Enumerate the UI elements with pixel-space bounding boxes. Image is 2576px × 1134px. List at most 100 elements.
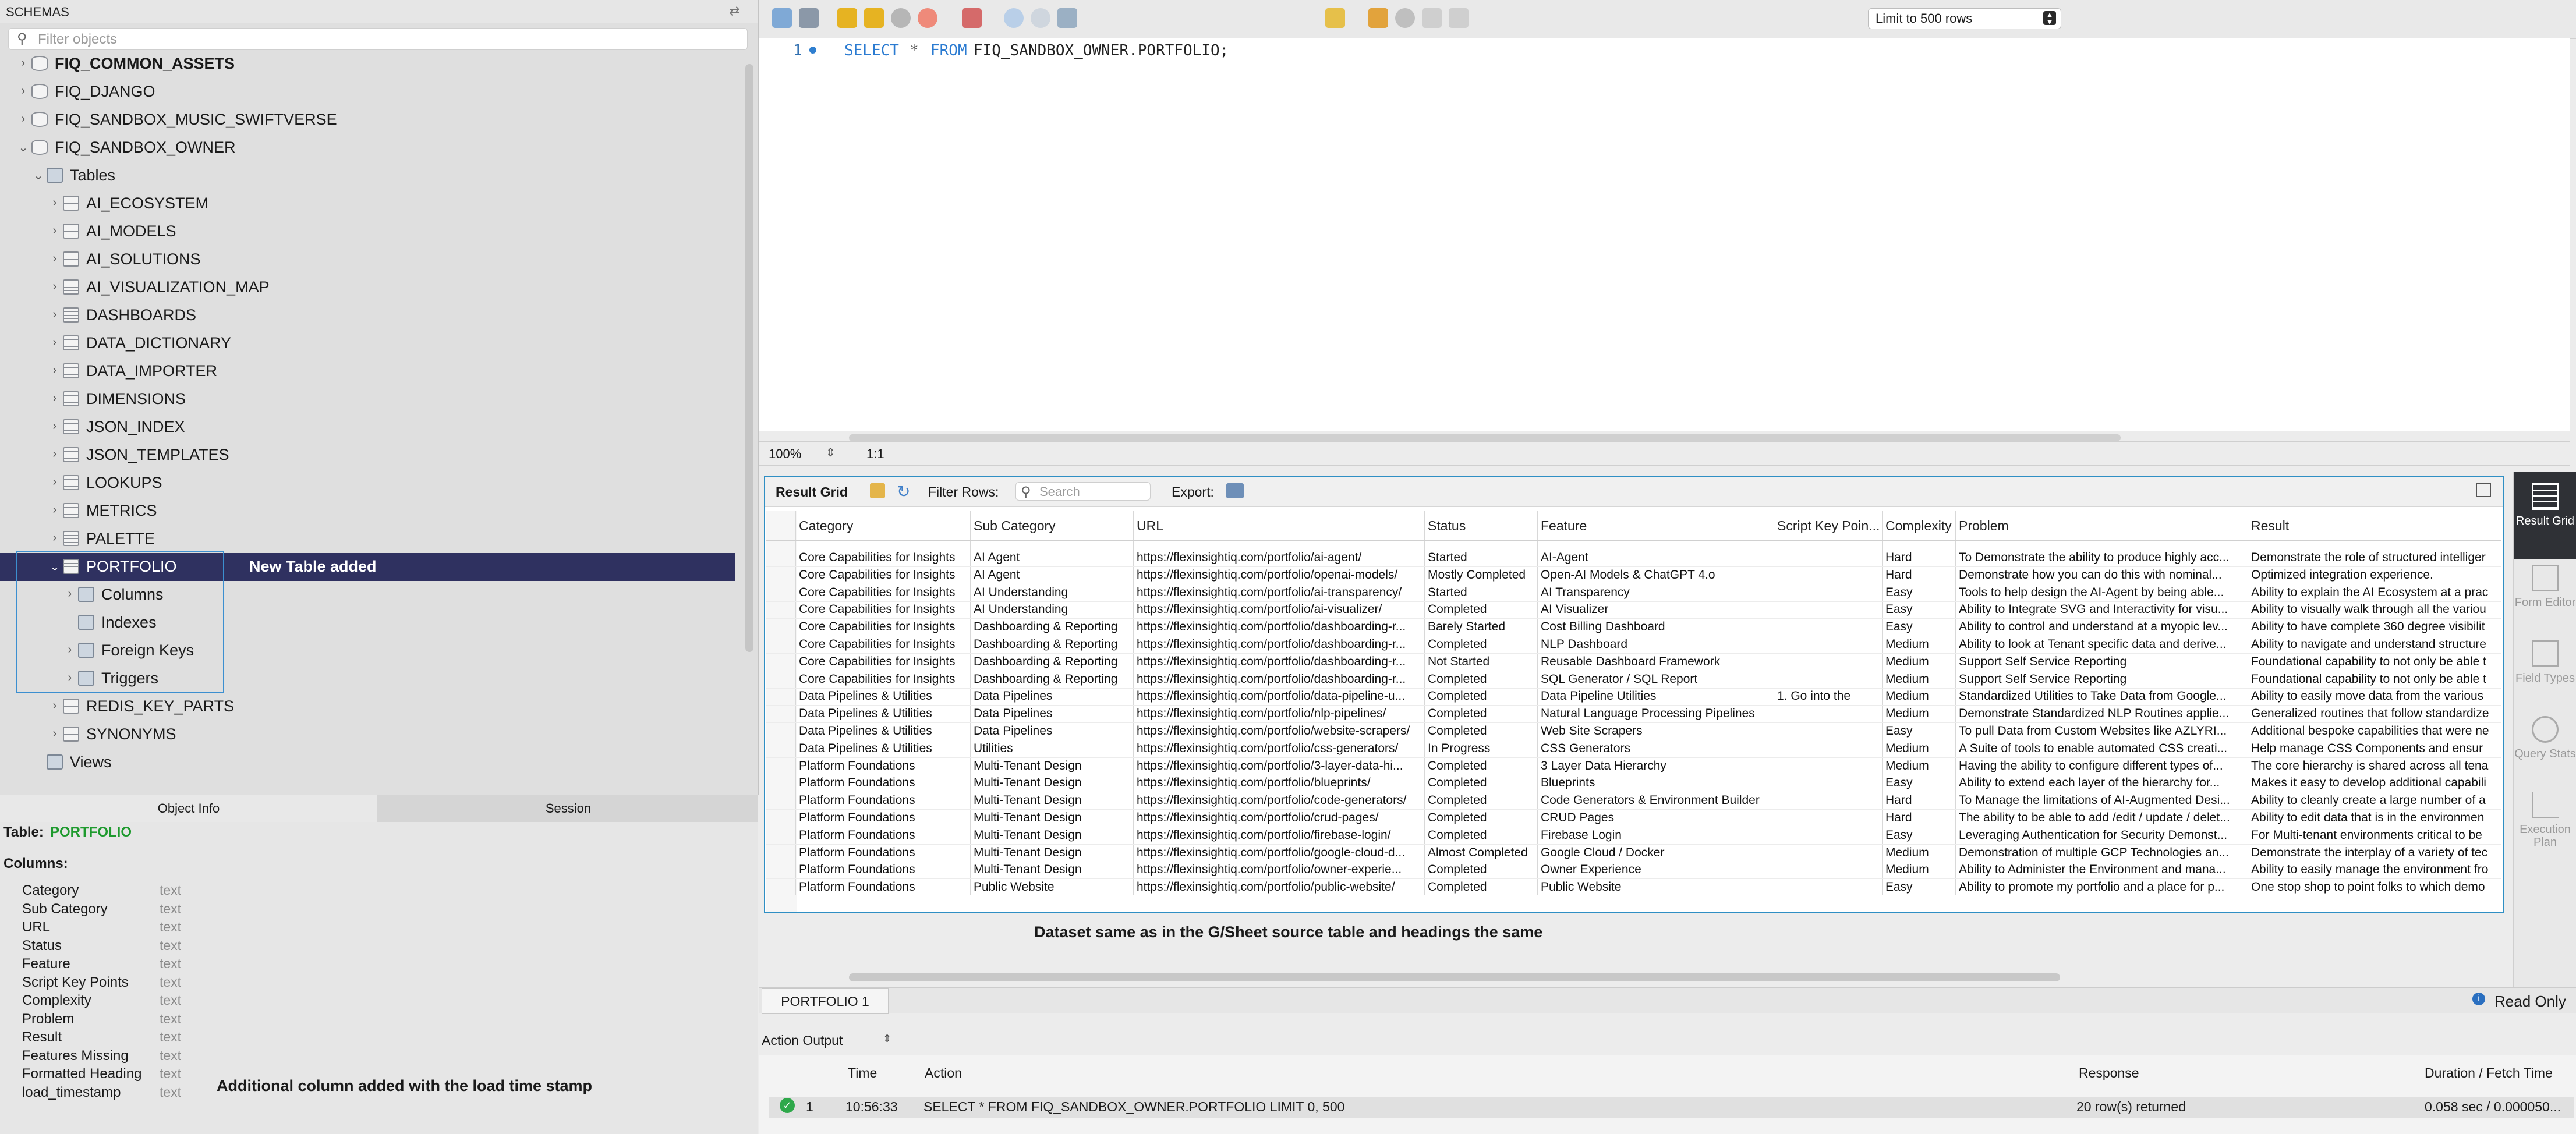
- table-cell[interactable]: Hard: [1885, 568, 1956, 582]
- table-cell[interactable]: Completed: [1428, 863, 1538, 877]
- table-cell[interactable]: The ability to be able to add /edit / up…: [1959, 811, 2249, 825]
- tree-item-dashboards[interactable]: › DASHBOARDS: [0, 302, 735, 329]
- table-cell[interactable]: Firebase Login: [1541, 828, 1775, 842]
- table-cell[interactable]: https://flexinsightiq.com/portfolio/ai-a…: [1137, 551, 1425, 565]
- grid-view-icon[interactable]: [870, 483, 885, 498]
- column-header[interactable]: Status: [1428, 518, 1538, 534]
- table-cell[interactable]: Medium: [1885, 689, 1956, 703]
- table-cell[interactable]: Core Capabilities for Insights: [799, 568, 971, 582]
- table-cell[interactable]: Dashboarding & Reporting: [974, 620, 1134, 634]
- table-cell[interactable]: Ability to Administer the Environment an…: [1959, 863, 2249, 877]
- side-item-result-grid[interactable]: Result Grid: [2514, 483, 2576, 527]
- tree-item-ai-ecosystem[interactable]: › AI_ECOSYSTEM: [0, 190, 735, 218]
- open-folder-icon[interactable]: [772, 8, 792, 28]
- table-cell[interactable]: Ability to visually walk through all the…: [2251, 603, 2501, 616]
- chevron-updown-icon[interactable]: ⇕: [883, 1033, 891, 1045]
- tree-item-lookups[interactable]: › LOOKUPS: [0, 469, 735, 497]
- toggle-panel-icon[interactable]: [2476, 483, 2491, 497]
- table-cell[interactable]: Multi-Tenant Design: [974, 828, 1134, 842]
- limit-rows-select[interactable]: Limit to 500 rows ▲ ▼: [1868, 8, 2061, 29]
- table-cell[interactable]: Demonstrate the role of structured intel…: [2251, 551, 2501, 565]
- table-cell[interactable]: https://flexinsightiq.com/portfolio/dash…: [1137, 637, 1425, 651]
- table-cell[interactable]: The core hierarchy is shared across all …: [2251, 759, 2501, 773]
- table-cell[interactable]: Medium: [1885, 846, 1956, 860]
- table-cell[interactable]: Public Website: [974, 880, 1134, 894]
- chevron-right-icon[interactable]: ›: [49, 252, 61, 265]
- table-cell[interactable]: Demonstrate how you can do this with nom…: [1959, 568, 2249, 582]
- chevron-right-icon[interactable]: ›: [49, 336, 61, 349]
- table-cell[interactable]: Ability to Integrate SVG and Interactivi…: [1959, 603, 2249, 616]
- table-cell[interactable]: Ability to easily move data from the var…: [2251, 689, 2501, 703]
- table-cell[interactable]: Completed: [1428, 776, 1538, 790]
- table-cell[interactable]: AI Understanding: [974, 586, 1134, 600]
- table-cell[interactable]: https://flexinsightiq.com/portfolio/ai-v…: [1137, 603, 1425, 616]
- table-cell[interactable]: Help manage CSS Components and ensur: [2251, 742, 2501, 756]
- tree-item-fiq-django[interactable]: › FIQ_DJANGO: [0, 78, 735, 106]
- rollback-icon[interactable]: [1031, 8, 1050, 28]
- table-cell[interactable]: Demonstrate the interplay of a variety o…: [2251, 846, 2501, 860]
- table-cell[interactable]: Easy: [1885, 603, 1956, 616]
- column-header[interactable]: URL: [1137, 518, 1425, 534]
- table-cell[interactable]: Ability to control and understand at a m…: [1959, 620, 2249, 634]
- column-header[interactable]: Feature: [1541, 518, 1775, 534]
- table-cell[interactable]: https://flexinsightiq.com/portfolio/dash…: [1137, 620, 1425, 634]
- chevron-right-icon[interactable]: ›: [49, 531, 61, 545]
- table-cell[interactable]: Multi-Tenant Design: [974, 863, 1134, 877]
- favorite-icon[interactable]: [1325, 8, 1345, 28]
- table-cell[interactable]: Completed: [1428, 880, 1538, 894]
- tree-item-tables[interactable]: ⌄ Tables: [0, 162, 735, 190]
- chevron-right-icon[interactable]: ›: [49, 448, 61, 461]
- refresh-icon[interactable]: ↻: [897, 482, 910, 501]
- column-header[interactable]: Result: [2251, 518, 2501, 534]
- tree-item-dimensions[interactable]: › DIMENSIONS: [0, 385, 735, 413]
- chevron-right-icon[interactable]: ›: [49, 420, 61, 433]
- table-cell[interactable]: Platform Foundations: [799, 880, 971, 894]
- table-cell[interactable]: Medium: [1885, 759, 1956, 773]
- table-cell[interactable]: Multi-Tenant Design: [974, 759, 1134, 773]
- wrap-icon[interactable]: [1449, 8, 1469, 28]
- table-cell[interactable]: Easy: [1885, 828, 1956, 842]
- side-item-execution-plan[interactable]: Execution Plan: [2514, 792, 2576, 849]
- table-cell[interactable]: Easy: [1885, 620, 1956, 634]
- table-cell[interactable]: https://flexinsightiq.com/portfolio/dash…: [1137, 672, 1425, 686]
- table-cell[interactable]: https://flexinsightiq.com/portfolio/blue…: [1137, 776, 1425, 790]
- table-cell[interactable]: Core Capabilities for Insights: [799, 586, 971, 600]
- table-cell[interactable]: Hard: [1885, 811, 1956, 825]
- table-cell[interactable]: Medium: [1885, 655, 1956, 669]
- zoom-stepper-icon[interactable]: ⇕: [826, 445, 836, 460]
- save-icon[interactable]: [799, 8, 819, 28]
- table-cell[interactable]: https://flexinsightiq.com/portfolio/css-…: [1137, 742, 1425, 756]
- chevron-right-icon[interactable]: ›: [17, 84, 29, 98]
- table-cell[interactable]: Easy: [1885, 586, 1956, 600]
- column-header[interactable]: Category: [799, 518, 971, 534]
- table-cell[interactable]: Ability to cleanly create a large number…: [2251, 793, 2501, 807]
- table-cell[interactable]: Ability to have complete 360 degree visi…: [2251, 620, 2501, 634]
- table-cell[interactable]: Ability to promote my portfolio and a pl…: [1959, 880, 2249, 894]
- table-cell[interactable]: Ability to easily manage the environment…: [2251, 863, 2501, 877]
- table-cell[interactable]: Completed: [1428, 689, 1538, 703]
- beautify-icon[interactable]: [1368, 8, 1388, 28]
- table-cell[interactable]: One stop shop to point folks to which de…: [2251, 880, 2501, 894]
- autocommit-icon[interactable]: [1057, 8, 1077, 28]
- table-cell[interactable]: For Multi-tenant environments critical t…: [2251, 828, 2501, 842]
- table-cell[interactable]: Utilities: [974, 742, 1134, 756]
- table-cell[interactable]: AI Agent: [974, 568, 1134, 582]
- table-cell[interactable]: In Progress: [1428, 742, 1538, 756]
- table-cell[interactable]: Core Capabilities for Insights: [799, 637, 971, 651]
- tree-item-metrics[interactable]: › METRICS: [0, 497, 735, 525]
- table-cell[interactable]: https://flexinsightiq.com/portfolio/crud…: [1137, 811, 1425, 825]
- invisible-chars-icon[interactable]: [1422, 8, 1442, 28]
- explain-icon[interactable]: [891, 8, 911, 28]
- table-cell[interactable]: Started: [1428, 586, 1538, 600]
- tree-item-ai-solutions[interactable]: › AI_SOLUTIONS: [0, 246, 735, 274]
- find-icon[interactable]: [1395, 8, 1415, 28]
- table-cell[interactable]: AI-Agent: [1541, 551, 1775, 565]
- table-cell[interactable]: Core Capabilities for Insights: [799, 551, 971, 565]
- sql-editor[interactable]: [759, 38, 2570, 431]
- table-cell[interactable]: Medium: [1885, 637, 1956, 651]
- table-cell[interactable]: Reusable Dashboard Framework: [1541, 655, 1775, 669]
- output-action[interactable]: SELECT * FROM FIQ_SANDBOX_OWNER.PORTFOLI…: [923, 1099, 1344, 1115]
- tab-object-info[interactable]: Object Info: [0, 795, 377, 822]
- chevron-right-icon[interactable]: ›: [49, 476, 61, 489]
- table-cell[interactable]: Open-AI Models & ChatGPT 4.o: [1541, 568, 1775, 582]
